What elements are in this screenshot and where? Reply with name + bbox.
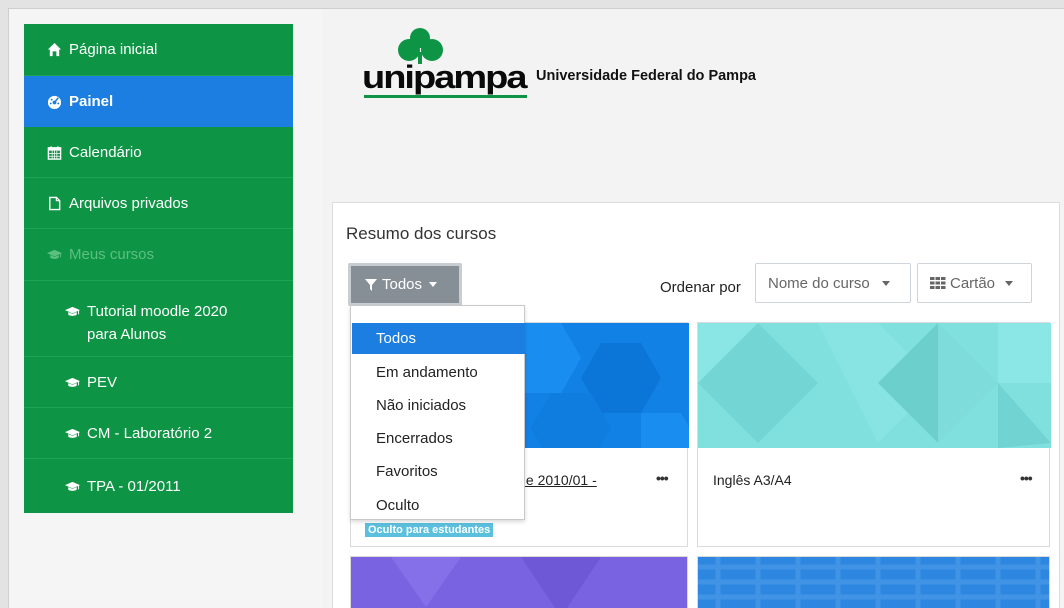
filter-option-favourites[interactable]: Favoritos xyxy=(352,456,525,487)
sidebar-course-pev[interactable]: PEV xyxy=(24,357,293,408)
course-label: TPA - 01/2011 xyxy=(87,477,181,495)
dashboard-icon xyxy=(46,93,62,109)
filter-option-past[interactable]: Encerrados xyxy=(352,423,525,454)
grid-icon xyxy=(930,277,946,289)
chevron-down-icon xyxy=(881,280,890,286)
course-card-menu-icon[interactable]: ••• xyxy=(656,470,669,486)
course-label: PEV xyxy=(87,373,118,391)
course-card[interactable] xyxy=(697,556,1050,608)
course-card-image xyxy=(351,557,687,608)
sidebar-item-dashboard[interactable]: Painel xyxy=(24,76,293,127)
course-label: CM - Laboratório 2 xyxy=(87,424,213,442)
course-card-title[interactable]: Inglês A3/A4 xyxy=(713,472,792,488)
chevron-down-icon xyxy=(429,282,438,287)
filter-option-future[interactable]: Não iniciados xyxy=(352,390,525,421)
sidebar-item-label: Página inicial xyxy=(69,41,158,58)
logo-underline xyxy=(364,95,527,98)
course-card[interactable]: Inglês A3/A4 ••• xyxy=(697,322,1051,547)
chevron-down-icon xyxy=(1005,280,1014,286)
filter-option-all[interactable]: Todos xyxy=(352,323,525,354)
course-card[interactable] xyxy=(350,556,688,608)
panel-title: Resumo dos cursos xyxy=(346,224,497,243)
university-name: Universidade Federal do Pampa xyxy=(536,68,756,84)
view-select[interactable]: Cartão xyxy=(917,263,1032,303)
graduation-cap-icon xyxy=(64,425,80,441)
sidebar-item-private-files[interactable]: Arquivos privados xyxy=(24,178,293,229)
sidebar-item-label: Arquivos privados xyxy=(69,194,189,212)
sidebar-course-tutorial[interactable]: Tutorial moodle 2020 para Alunos xyxy=(24,281,293,357)
graduation-cap-icon xyxy=(46,247,62,263)
filter-option-hidden[interactable]: Oculto xyxy=(352,490,525,521)
course-card-menu-icon[interactable]: ••• xyxy=(1020,470,1033,486)
sort-select-value: Nome do curso xyxy=(768,274,870,292)
graduation-cap-icon xyxy=(64,374,80,390)
course-card-image xyxy=(698,323,1051,448)
filter-option-in-progress[interactable]: Em andamento xyxy=(352,357,525,388)
filter-dropdown-menu: Todos Em andamento Não iniciados Encerra… xyxy=(350,305,525,520)
course-label-line1: Tutorial moodle 2020 xyxy=(87,303,228,320)
sidebar-item-label: Calendário xyxy=(69,143,142,161)
course-label: Tutorial moodle 2020 para Alunos xyxy=(87,300,227,346)
hidden-badge: Oculto para estudantes xyxy=(365,523,494,537)
sidebar-course-tpa[interactable]: TPA - 01/2011 xyxy=(24,459,293,513)
calendar-icon xyxy=(46,144,62,160)
view-select-value: Cartão xyxy=(950,274,996,292)
sidebar: Página inicial Painel Calendário Arquivo… xyxy=(24,24,293,513)
filter-button[interactable]: Todos xyxy=(348,263,462,306)
sidebar-item-home[interactable]: Página inicial xyxy=(24,24,293,76)
sidebar-course-cm-lab[interactable]: CM - Laboratório 2 xyxy=(24,408,293,459)
course-card-title[interactable]: dle 2010/01 - xyxy=(515,472,597,488)
logo-word: unipampa xyxy=(362,60,527,96)
graduation-cap-icon xyxy=(64,478,80,494)
filter-button-label: Todos xyxy=(382,276,423,293)
file-icon xyxy=(46,195,62,211)
sort-select[interactable]: Nome do curso xyxy=(755,263,911,303)
course-card-image xyxy=(698,557,1049,608)
graduation-cap-icon xyxy=(64,303,80,319)
home-icon xyxy=(46,42,62,58)
sidebar-item-label: Meus cursos xyxy=(69,246,155,263)
sidebar-item-label: Painel xyxy=(69,92,114,110)
course-label-line2: para Alunos xyxy=(87,326,167,343)
order-label: Ordenar por xyxy=(660,279,741,296)
sidebar-item-calendar[interactable]: Calendário xyxy=(24,127,293,178)
sidebar-item-my-courses: Meus cursos xyxy=(24,229,293,281)
filter-icon xyxy=(365,278,377,291)
